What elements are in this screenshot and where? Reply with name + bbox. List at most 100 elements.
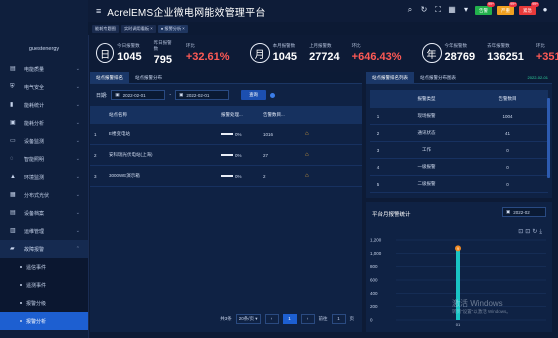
sidebar-subitem[interactable]: 遥信事件 <box>0 258 88 276</box>
fullscreen-icon[interactable]: ⛶ <box>433 5 443 15</box>
table-row[interactable]: 1 现场报警 1004 <box>370 108 548 125</box>
prev-page-button[interactable]: ‹ <box>264 314 279 324</box>
col-alarm-count[interactable]: 告警数目... <box>262 106 304 124</box>
sidebar-item[interactable]: ▥ 运维管理 ⌄ <box>0 222 88 240</box>
sidebar-item-label: 能耗统计 <box>24 102 45 109</box>
menu-toggle-icon[interactable]: ≡ <box>96 6 101 16</box>
tab-type-list[interactable]: 站点报警排名列表 <box>366 72 414 83</box>
chevron-icon: ⌄ <box>75 174 80 180</box>
page-size-select[interactable]: 20条/页 ▾ <box>235 314 261 324</box>
qr-icon[interactable]: ▦ <box>447 5 457 15</box>
sidebar-subitem[interactable]: 报警分析 <box>0 312 88 330</box>
month-picker[interactable]: ▣ 2022-02 <box>502 207 546 217</box>
rate-bar <box>221 175 233 178</box>
info-icon[interactable] <box>270 92 276 98</box>
sidebar-menu: ▤ 电能质量 ⌄ ⛨ 电气安全 ⌄ ▮ 能耗统计 ⌄ ▣ 能耗分析 ⌄ ▭ 设备监测 ⌄ ◌ 智能照明 ⌄ ▲ 环境监… <box>0 60 88 330</box>
alarm-count-cell: 2 <box>262 165 304 187</box>
refresh-icon[interactable]: ↻ <box>419 5 429 15</box>
sidebar-item-label: 智能照明 <box>24 156 45 163</box>
sidebar-subitem-label: 报警分析 <box>26 318 47 325</box>
scrollbar[interactable] <box>547 98 550 178</box>
page-tabs: 能耗专题图 实时调用看板 × ● 报警分析 × <box>88 22 558 35</box>
table-row[interactable]: 3 3000WE演示箱 0% 2 ⌂ <box>90 165 362 187</box>
sidebar-item[interactable]: ▤ 设备档案 ⌄ <box>0 204 88 222</box>
goto-label: 前往 <box>318 316 328 321</box>
alarm-badges: 告警 99+ 严重 99+ 紧急 99+ <box>475 1 539 15</box>
row-index: 3 <box>370 141 386 159</box>
alarm-type-cell: 一级报警 <box>386 158 467 176</box>
page-number[interactable]: 1 <box>282 314 297 324</box>
last-year-value: 136251 <box>487 51 524 63</box>
bulb-icon: ◌ <box>10 156 14 162</box>
alarm-badge[interactable]: 告警 99+ <box>475 1 495 15</box>
site-name-cell: E楼变电站 <box>108 124 220 145</box>
bullet-icon <box>20 320 22 322</box>
end-date-input[interactable]: ▣ 2022-02-01 <box>175 90 230 100</box>
search-icon[interactable]: ⌕ <box>405 5 415 15</box>
col-handle-rate[interactable]: 报警处理... <box>220 106 262 124</box>
month-ratio-value: +646.43% <box>351 51 402 63</box>
trash-icon[interactable]: ⌂ <box>304 165 362 187</box>
table-row[interactable]: 4 一级报警 0 <box>370 158 548 176</box>
bars-icon: ▤ <box>10 66 16 72</box>
total-count: 共3条 <box>220 316 232 321</box>
table-row[interactable]: 5 二级报警 0 <box>370 175 548 193</box>
alarm-badge[interactable]: 紧急 99+ <box>519 1 539 15</box>
trash-icon[interactable]: ⌂ <box>304 144 362 166</box>
thermo-icon: ▲ <box>10 174 16 180</box>
user-avatar-icon[interactable]: ● <box>540 5 550 15</box>
sidebar-item[interactable]: ▦ 分布式光伏 ⌄ <box>0 186 88 204</box>
sidebar-item[interactable]: ◌ 智能照明 ⌄ <box>0 150 88 168</box>
next-page-button[interactable]: › <box>300 314 315 324</box>
shirt-icon[interactable]: ▾ <box>461 5 471 15</box>
alarm-badge[interactable]: 严重 99+ <box>497 1 517 15</box>
right-panel-tabs: 站点报警排名列表 站点报警分布图表 2022-02-01 <box>366 72 552 84</box>
col-type-count[interactable]: 告警数目 <box>467 90 548 108</box>
goto-page-input[interactable]: 1 <box>331 314 346 324</box>
tab-site-distribution[interactable]: 站点报警分布 <box>129 72 168 83</box>
rate-bar <box>221 133 233 136</box>
table-row[interactable]: 2 通讯状态 41 <box>370 124 548 142</box>
sidebar-subitem[interactable]: 遥测事件 <box>0 276 88 294</box>
start-date-input[interactable]: ▣ 2022-02-01 <box>111 90 166 100</box>
sidebar-item[interactable]: ▮ 能耗统计 ⌄ <box>0 96 88 114</box>
sidebar-item[interactable]: ▲ 环境监测 ⌄ <box>0 168 88 186</box>
tab-type-chart[interactable]: 站点报警分布图表 <box>414 72 462 83</box>
table-row[interactable]: 3 工作 0 <box>370 141 548 159</box>
table-row[interactable]: 1 E楼变电站 0% 1016 ⌂ <box>90 124 362 145</box>
left-panel-tabs: 站点报警排名 站点报警分布 <box>90 72 362 84</box>
sidebar-item[interactable]: ▤ 电能质量 ⌄ <box>0 60 88 78</box>
sidebar-item-label: 电能质量 <box>24 66 45 73</box>
sidebar-item[interactable]: ▣ 能耗分析 ⌄ <box>0 114 88 132</box>
sidebar-item-label: 设备监测 <box>24 138 45 145</box>
month-icon: 月 <box>249 43 270 63</box>
app-title: AcrelEMS企业微电网能效管理平台 <box>107 7 266 19</box>
col-site-name[interactable]: 站点名称 <box>108 106 220 124</box>
alarm-badge-label: 告警 <box>479 7 488 13</box>
date-label: 日期: <box>96 92 108 99</box>
y-tick-label: 1,000 <box>370 251 382 256</box>
table-row[interactable]: 2 安科瑞光伏电站(上海) 0% 27 ⌂ <box>90 144 362 166</box>
year-ratio-label: 环比 <box>535 43 545 48</box>
trash-icon[interactable]: ⌂ <box>304 124 362 145</box>
query-button[interactable]: 查询 <box>241 90 267 100</box>
tab-alarm-analysis[interactable]: ● 报警分析 × <box>157 24 188 33</box>
alarm-type-cell: 现场报警 <box>386 108 467 125</box>
handle-rate-cell: 0% <box>220 124 262 145</box>
handle-rate-cell: 0% <box>220 144 262 166</box>
sidebar-item[interactable]: ▰ 故障报警 ⌃ <box>0 240 88 258</box>
sidebar-item[interactable]: ⛨ 电气安全 ⌄ <box>0 78 88 96</box>
type-count-cell: 0 <box>467 141 548 159</box>
alarm-badge-count: 99+ <box>531 1 539 7</box>
sidebar-item[interactable]: ▭ 设备监测 ⌄ <box>0 132 88 150</box>
tab-energy-map[interactable]: 能耗专题图 <box>92 24 119 33</box>
tab-realtime-board[interactable]: 实时调用看板 × <box>120 24 156 33</box>
col-alarm-type[interactable]: 报警类型 <box>386 90 467 108</box>
sidebar-subitem[interactable]: 报警分级 <box>0 294 88 312</box>
yesterday-label: 昨日报警数 <box>153 40 172 51</box>
chevron-icon: ⌄ <box>75 120 80 126</box>
y-tick-label: 400 <box>370 291 378 296</box>
chart-icon: ▮ <box>10 102 14 108</box>
tab-site-ranking[interactable]: 站点报警排名 <box>90 72 129 83</box>
month-stats: 月 本月报警数 1045 上月报警数 27724 环比 +646.43% <box>242 43 414 63</box>
